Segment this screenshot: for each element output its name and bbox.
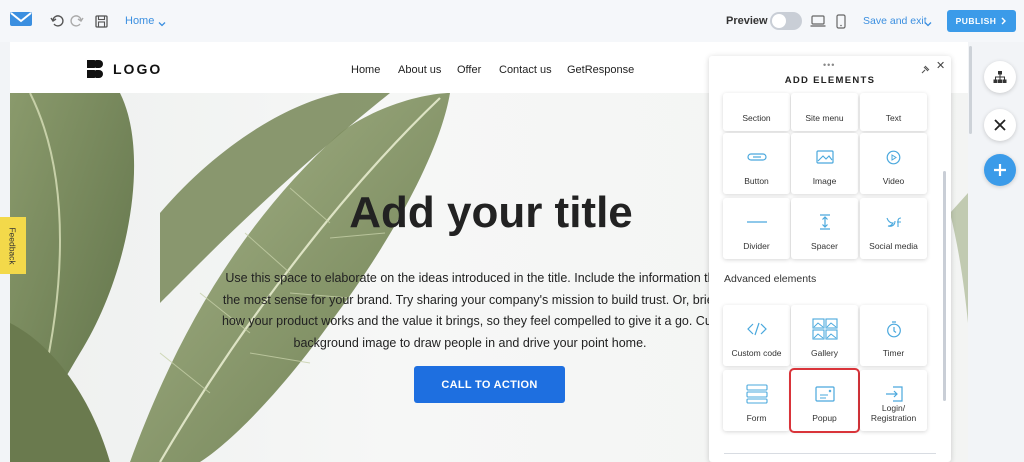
- element-tile-section[interactable]: Section: [723, 93, 790, 131]
- hero-body-line: Use this space to elaborate on the ideas…: [225, 271, 715, 285]
- site-logo[interactable]: LOGO: [86, 59, 162, 79]
- image-icon: [791, 147, 858, 167]
- popup-icon: [791, 384, 858, 404]
- drag-handle-icon[interactable]: •••: [823, 60, 835, 70]
- logo-mark-icon: [87, 60, 103, 78]
- code-icon: [723, 319, 790, 339]
- mobile-view-icon[interactable]: [832, 12, 850, 30]
- feedback-label: Feedback: [8, 226, 18, 265]
- logo-text: LOGO: [113, 61, 163, 77]
- add-elements-panel: ••• ✕ ADD ELEMENTS Section Site menu Tex…: [709, 56, 951, 462]
- sitemap-icon: [993, 71, 1007, 83]
- add-element-button[interactable]: [984, 154, 1016, 186]
- publish-button[interactable]: PUBLISH: [947, 10, 1016, 32]
- element-tile-divider[interactable]: Divider: [723, 198, 790, 259]
- element-tile-button[interactable]: Button: [723, 133, 790, 194]
- element-tile-popup[interactable]: Popup: [789, 368, 860, 433]
- element-tile-timer[interactable]: Timer: [860, 305, 927, 366]
- structure-button[interactable]: [984, 61, 1016, 93]
- element-tile-spacer[interactable]: Spacer: [791, 198, 858, 259]
- save-and-exit-button[interactable]: Save and exit: [863, 15, 927, 27]
- tile-label: Form: [746, 413, 767, 423]
- element-tile-image[interactable]: Image: [791, 133, 858, 194]
- call-to-action-button[interactable]: CALL TO ACTION: [414, 366, 565, 403]
- element-tile-video[interactable]: Video: [860, 133, 927, 194]
- chevron-down-icon[interactable]: [157, 16, 167, 27]
- advanced-elements-heading: Advanced elements: [724, 273, 817, 285]
- feedback-tab[interactable]: Feedback: [0, 217, 26, 274]
- tile-label: Text: [885, 113, 902, 123]
- canvas-scrollbar[interactable]: [969, 46, 972, 134]
- tile-label: Button: [744, 176, 769, 186]
- preview-label: Preview: [726, 15, 768, 27]
- spacer-icon: [791, 212, 858, 232]
- redo-icon[interactable]: [68, 12, 86, 30]
- top-toolbar: Home Preview Save and exit PUBLISH: [0, 0, 1024, 42]
- element-tile-site-menu[interactable]: Site menu: [791, 93, 858, 131]
- close-panel-button[interactable]: [984, 109, 1016, 141]
- pin-icon[interactable]: [921, 61, 930, 74]
- tile-label: Timer: [882, 348, 905, 358]
- tile-label: Video: [882, 176, 905, 186]
- publish-label: PUBLISH: [955, 16, 997, 26]
- timer-icon: [860, 319, 927, 339]
- nav-getresponse[interactable]: GetResponse: [567, 64, 634, 76]
- tile-label: Gallery: [811, 348, 838, 358]
- element-tile-gallery[interactable]: Gallery: [791, 305, 858, 366]
- login-icon: [860, 384, 927, 404]
- element-tile-text[interactable]: Text: [860, 93, 927, 131]
- tile-label: Divider: [743, 241, 770, 251]
- form-icon: [723, 384, 790, 404]
- video-icon: [860, 147, 927, 167]
- panel-divider: [724, 453, 936, 454]
- close-icon[interactable]: ✕: [936, 59, 945, 72]
- save-icon[interactable]: [92, 12, 110, 30]
- panel-title: ADD ELEMENTS: [784, 75, 876, 86]
- tile-label: Login/ Registration: [870, 403, 917, 423]
- element-tile-login-registration[interactable]: Login/ Registration: [860, 370, 927, 431]
- divider-icon: [723, 212, 790, 232]
- plus-icon: [994, 164, 1006, 176]
- tile-label: Custom code: [731, 348, 782, 358]
- undo-icon[interactable]: [48, 12, 66, 30]
- tile-label: Social media: [869, 241, 918, 251]
- app-logo-icon[interactable]: [10, 10, 32, 28]
- element-tile-social-media[interactable]: Social media: [860, 198, 927, 259]
- nav-contact-us[interactable]: Contact us: [499, 64, 552, 76]
- panel-scrollbar[interactable]: [943, 171, 946, 401]
- hero-title-text: Add your title: [349, 188, 633, 237]
- hero-body-line: how your product works and the value it …: [221, 314, 719, 328]
- tile-label: Section: [742, 113, 771, 123]
- close-icon: [994, 119, 1006, 131]
- nav-about-us[interactable]: About us: [398, 64, 441, 76]
- desktop-view-icon[interactable]: [809, 12, 827, 30]
- button-icon: [723, 147, 790, 167]
- element-tile-custom-code[interactable]: Custom code: [723, 305, 790, 366]
- gallery-icon: [791, 318, 858, 340]
- tile-label: Popup: [812, 413, 837, 423]
- tile-label: Site menu: [805, 113, 844, 123]
- chevron-down-icon[interactable]: [923, 16, 933, 27]
- hero-body-text[interactable]: Use this space to elaborate on the ideas…: [205, 268, 735, 354]
- hero-body-line: the most sense for your brand. Try shari…: [222, 292, 718, 307]
- preview-toggle[interactable]: [770, 12, 802, 30]
- nav-home[interactable]: Home: [351, 64, 380, 76]
- page-selector[interactable]: Home: [125, 15, 154, 27]
- tile-label: Image: [812, 176, 837, 186]
- social-media-icon: [860, 212, 927, 232]
- tile-label: Spacer: [811, 241, 838, 251]
- element-tile-form[interactable]: Form: [723, 370, 790, 431]
- hero-body-line: background image to draw people in and d…: [293, 335, 647, 350]
- chevron-right-icon: [1001, 17, 1007, 25]
- nav-offer[interactable]: Offer: [457, 64, 481, 76]
